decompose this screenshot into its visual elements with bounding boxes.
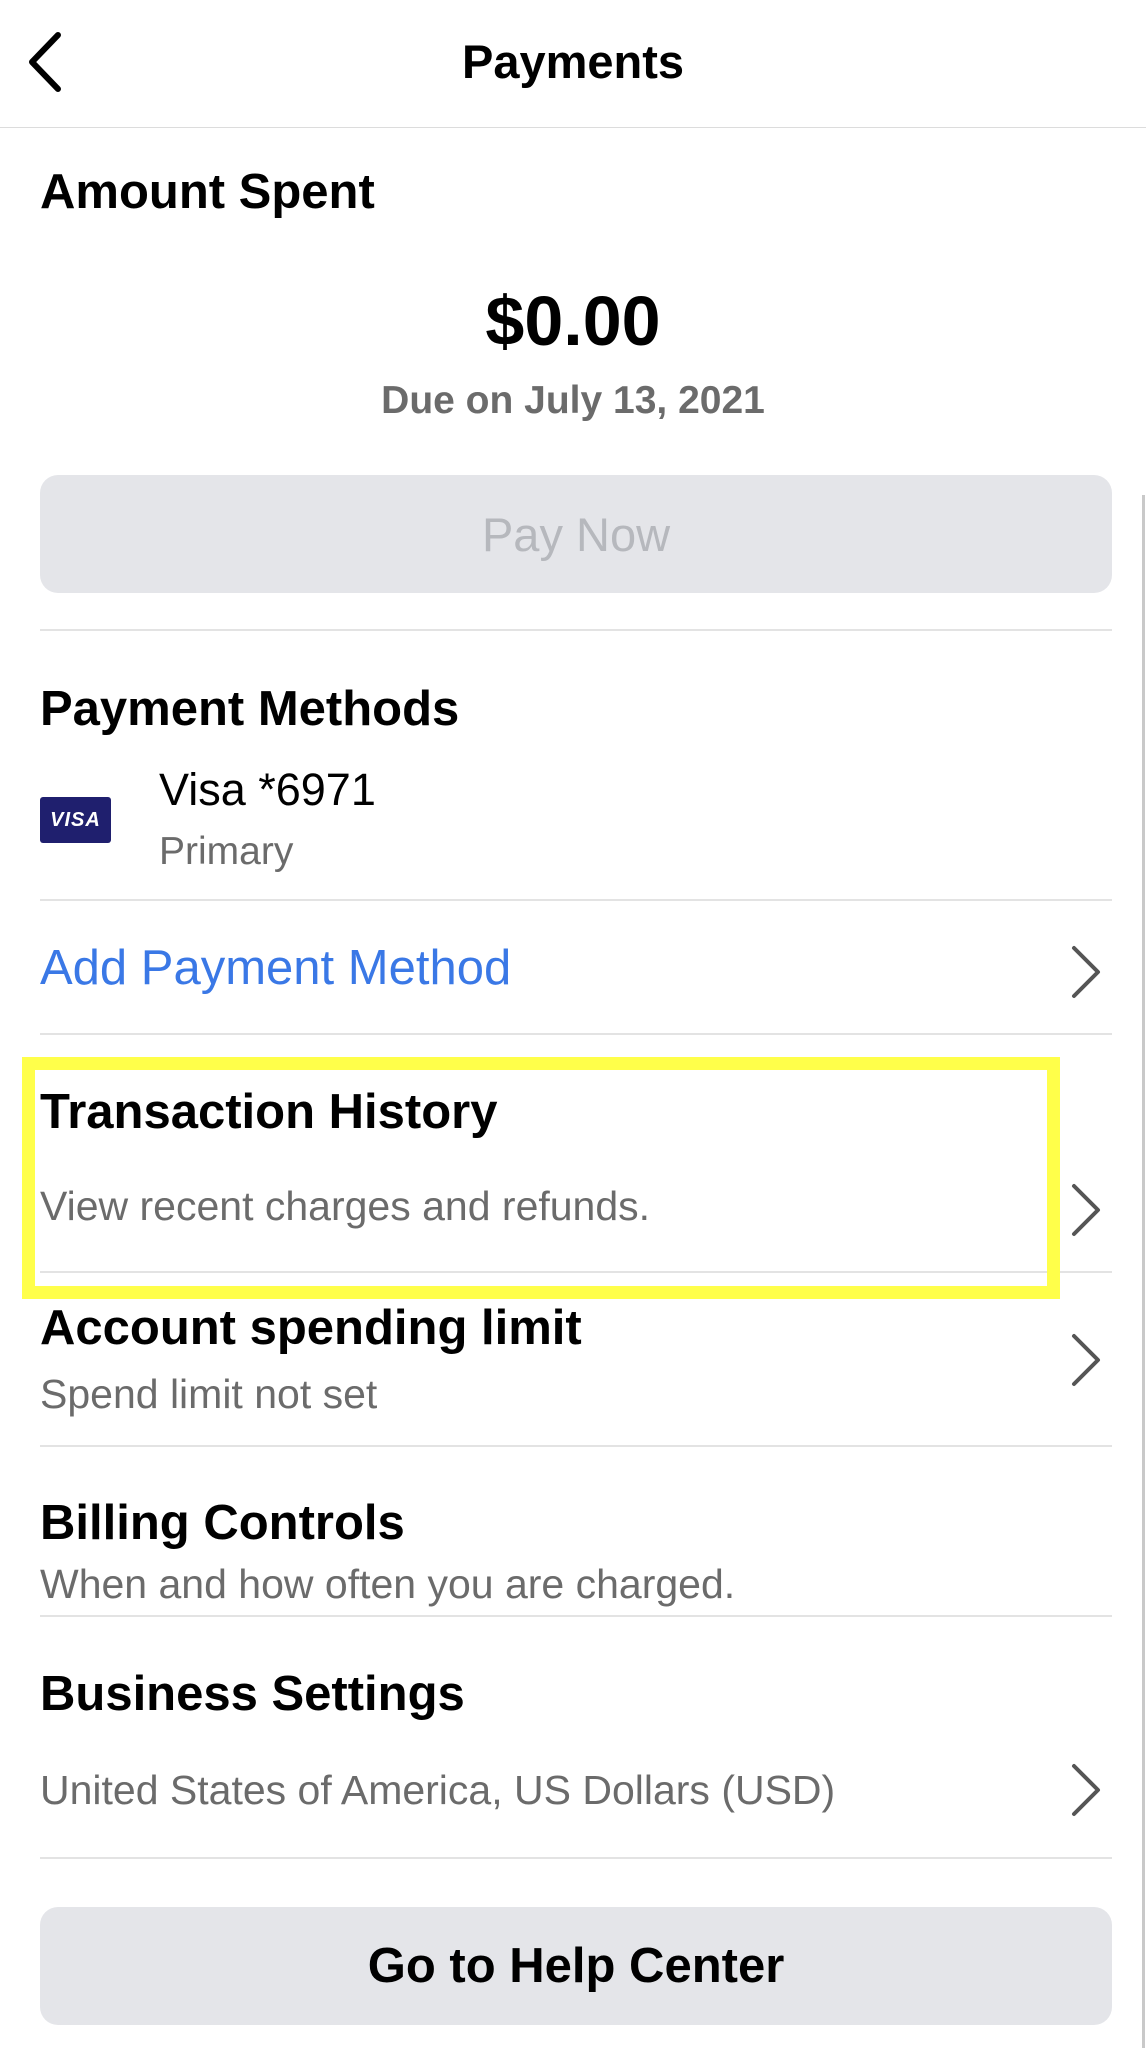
divider: [40, 1857, 1112, 1859]
highlight-box: [22, 1057, 1060, 1299]
card-name[interactable]: Visa *6971: [159, 762, 376, 818]
divider: [40, 1615, 1112, 1617]
chevron-right-icon: [1068, 1762, 1104, 1818]
payment-methods-heading: Payment Methods: [40, 682, 460, 736]
business-settings-subtitle: United States of America, US Dollars (US…: [40, 1767, 836, 1813]
divider: [40, 629, 1112, 631]
divider: [40, 1033, 1112, 1035]
business-settings-heading: Business Settings: [40, 1667, 465, 1721]
scrollbar[interactable]: [1142, 495, 1145, 2048]
billing-controls-row[interactable]: Billing Controls When and how often you …: [40, 1452, 1112, 1614]
due-date: Due on July 13, 2021: [381, 379, 765, 422]
amount-spent-heading: Amount Spent: [40, 165, 375, 219]
chevron-right-icon: [1068, 944, 1104, 1000]
pay-now-button[interactable]: Pay Now: [40, 475, 1112, 593]
visa-logo-text: VISA: [50, 808, 101, 831]
divider: [40, 1445, 1112, 1447]
add-payment-method-row[interactable]: Add Payment Method: [40, 912, 1112, 1032]
top-nav-bar: Payments: [0, 0, 1146, 128]
divider: [40, 899, 1112, 901]
spending-limit-heading: Account spending limit: [40, 1301, 582, 1355]
go-to-help-center-button[interactable]: Go to Help Center: [40, 1907, 1112, 2025]
chevron-right-icon: [1068, 1182, 1104, 1238]
amount-value: $0.00: [485, 282, 661, 360]
business-settings-row[interactable]: Business Settings United States of Ameri…: [40, 1622, 1112, 1856]
spending-limit-subtitle: Spend limit not set: [40, 1371, 378, 1417]
visa-card-icon: VISA: [40, 797, 111, 843]
chevron-right-icon: [1068, 1332, 1104, 1388]
add-payment-method-link[interactable]: Add Payment Method: [40, 938, 511, 998]
page-title: Payments: [461, 35, 685, 88]
card-status: Primary: [159, 830, 294, 873]
spending-limit-row[interactable]: Account spending limit Spend limit not s…: [40, 1278, 1112, 1444]
billing-controls-subtitle: When and how often you are charged.: [40, 1561, 736, 1607]
billing-controls-heading: Billing Controls: [40, 1496, 405, 1550]
